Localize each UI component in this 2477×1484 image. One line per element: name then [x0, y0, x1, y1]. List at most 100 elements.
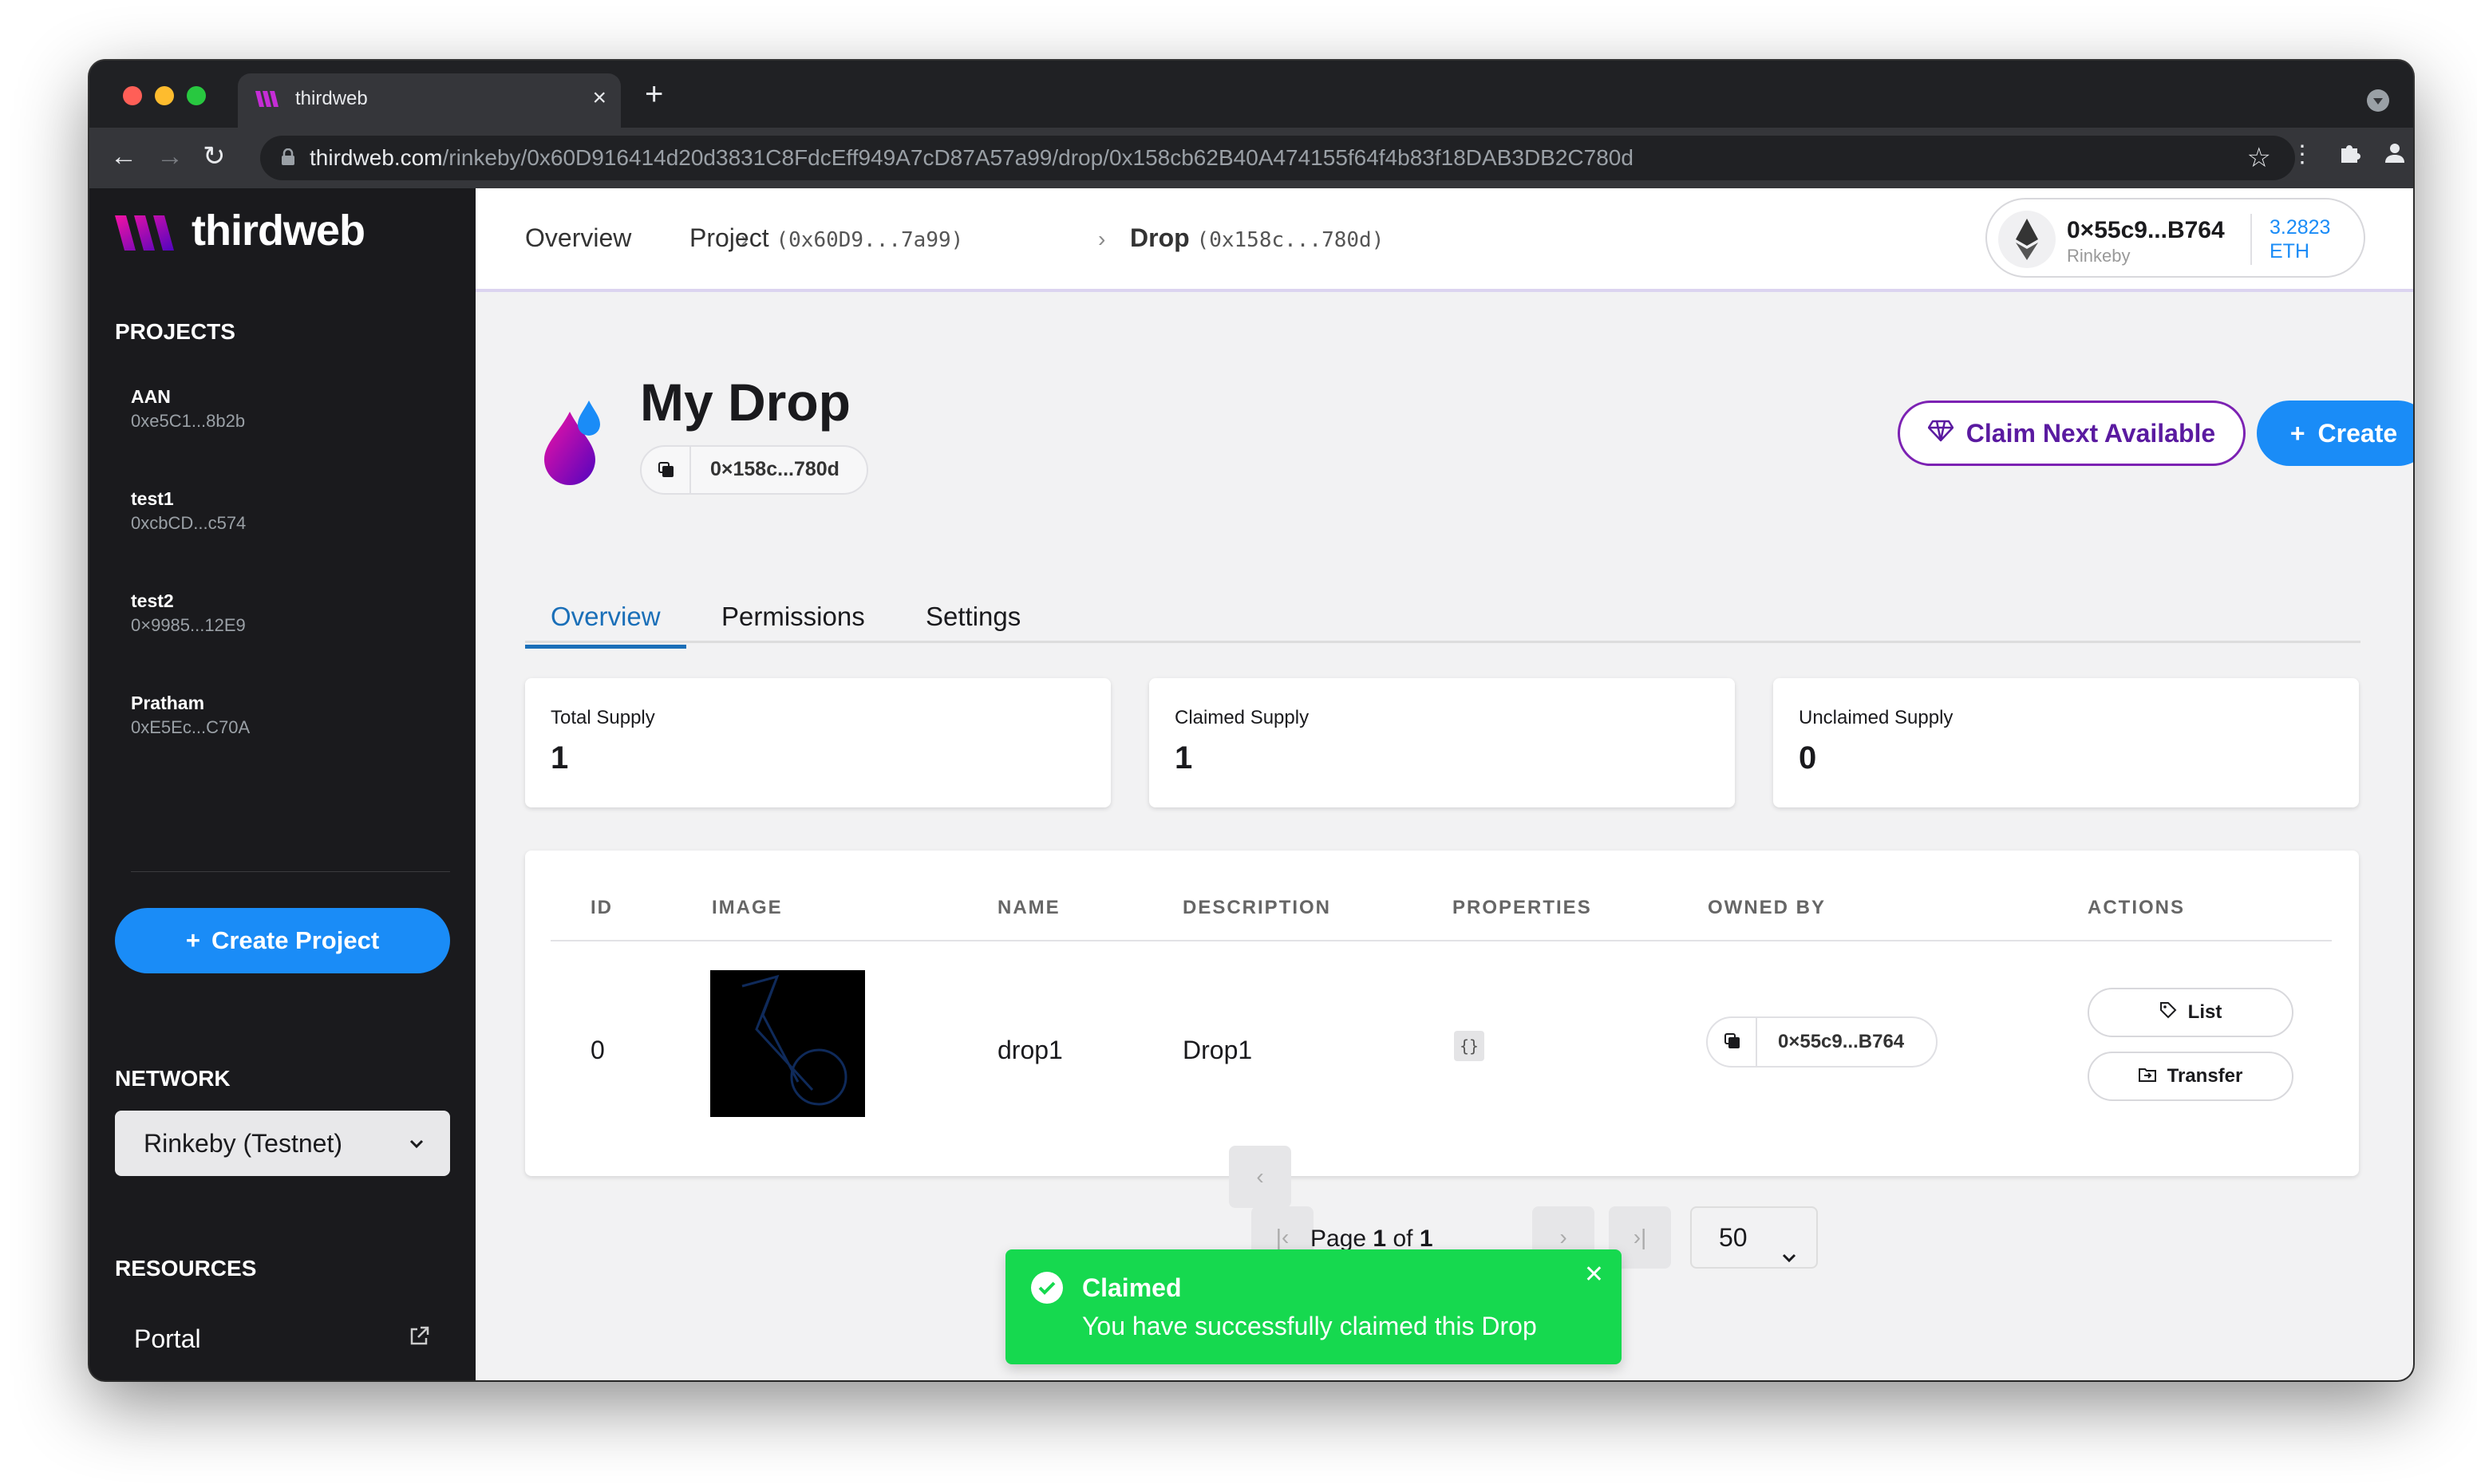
breadcrumb-project-label: Project — [689, 223, 769, 252]
table-header-divider — [551, 940, 2332, 941]
stat-card-total-supply: Total Supply 1 — [525, 678, 1111, 807]
breadcrumb-project[interactable]: Project (0x60D9...7a99) — [689, 223, 963, 253]
tab-close-icon[interactable]: × — [592, 85, 606, 112]
create-button[interactable]: + Create — [2257, 401, 2413, 466]
owner-address-chip[interactable]: 0×55c9...B764 — [1706, 1016, 1938, 1068]
claim-label: Claim Next Available — [1965, 418, 2216, 448]
project-item-test1[interactable]: test1 0xcbCD...c574 — [131, 488, 246, 534]
tag-icon — [2159, 1001, 2177, 1024]
project-item-pratham[interactable]: Pratham 0xE5Ec...C70A — [131, 693, 250, 738]
close-window-button[interactable] — [123, 86, 142, 105]
stat-value: 1 — [551, 740, 569, 776]
stat-label: Unclaimed Supply — [1799, 707, 1954, 728]
check-circle-icon — [1031, 1272, 1063, 1304]
breadcrumb-drop[interactable]: Drop (0x158c...780d) — [1130, 223, 1384, 253]
wallet-address: 0×55c9...B764 — [2067, 217, 2225, 243]
page-size-select[interactable]: 50 — [1690, 1206, 1818, 1269]
resources-heading: RESOURCES — [115, 1256, 257, 1281]
project-address: 0xe5C1...8b2b — [131, 411, 246, 431]
breadcrumb-overview[interactable]: Overview — [525, 223, 631, 253]
minimize-window-button[interactable] — [155, 86, 174, 105]
extensions-icon[interactable] — [2338, 140, 2362, 171]
project-address: 0xE5Ec...C70A — [131, 717, 251, 737]
tab-overview[interactable]: Overview — [525, 602, 686, 649]
list-button[interactable]: List — [2088, 988, 2293, 1037]
stat-value: 1 — [1175, 740, 1193, 776]
column-header-id: ID — [591, 897, 613, 918]
brand-name[interactable]: thirdweb — [192, 206, 365, 255]
stat-label: Claimed Supply — [1175, 707, 1310, 728]
owner-address: 0×55c9...B764 — [1778, 1031, 1905, 1052]
new-tab-icon[interactable]: + — [645, 77, 663, 112]
column-header-image: IMAGE — [712, 897, 783, 918]
list-label: List — [2187, 1001, 2222, 1023]
main-content: Overview › Project (0x60D9...7a99) › Dro… — [476, 188, 2413, 1380]
transfer-button[interactable]: Transfer — [2088, 1052, 2293, 1101]
cell-name: drop1 — [998, 1036, 1063, 1064]
properties-icon[interactable]: {} — [1454, 1031, 1484, 1061]
network-value: Rinkeby (Testnet) — [144, 1128, 342, 1158]
chevron-down-icon — [407, 1130, 426, 1159]
transfer-label: Transfer — [2167, 1065, 2243, 1087]
toast-title: Claimed — [1082, 1273, 1182, 1302]
resource-portal-link[interactable]: Portal — [134, 1324, 431, 1354]
forward-icon[interactable]: → — [156, 140, 184, 172]
previous-page-icon[interactable]: ‹ — [1229, 1146, 1291, 1208]
current-page: 1 — [1373, 1225, 1387, 1252]
wallet-network: Rinkeby — [2067, 246, 2131, 266]
project-name: AAN — [131, 386, 171, 407]
page-prefix: Page — [1310, 1225, 1367, 1252]
breadcrumb-project-address: (0x60D9...7a99) — [776, 228, 964, 252]
wallet-button[interactable]: 0×55c9...B764 Rinkeby 3.2823 ETH — [1985, 198, 2365, 278]
drop-address-chip[interactable]: 0×158c...780d — [640, 445, 868, 495]
address-bar[interactable]: thirdweb.com/rinkeby/0x60D916414d20d3831… — [260, 136, 2295, 180]
nft-image — [710, 970, 865, 1117]
browser-tab[interactable]: thirdweb × — [238, 73, 621, 128]
tab-search-icon[interactable] — [2367, 89, 2389, 112]
reload-icon[interactable]: ↻ — [203, 140, 226, 172]
project-item-aan[interactable]: AAN 0xe5C1...8b2b — [131, 386, 245, 432]
lock-icon — [281, 148, 295, 166]
column-header-name: NAME — [998, 897, 1061, 918]
profile-icon[interactable] — [2383, 140, 2407, 171]
breadcrumb-drop-label: Drop — [1130, 223, 1190, 252]
copy-icon[interactable] — [1708, 1018, 1757, 1066]
stat-value: 0 — [1799, 740, 1817, 776]
wallet-balance: 3.2823 ETH — [2270, 215, 2330, 263]
page-of: of — [1393, 1225, 1413, 1252]
transfer-icon — [2138, 1065, 2156, 1087]
column-header-properties: PROPERTIES — [1452, 897, 1592, 918]
browser-titlebar: thirdweb × + — [89, 61, 2413, 128]
network-select[interactable]: Rinkeby (Testnet) — [115, 1111, 450, 1176]
toast-close-icon[interactable]: ✕ — [1584, 1261, 1604, 1289]
cell-id: 0 — [591, 1036, 605, 1064]
thirdweb-logo-icon[interactable] — [115, 212, 182, 258]
project-name: test1 — [131, 488, 174, 509]
wallet-balance-value: 3.2823 — [2270, 216, 2331, 239]
create-label: Create — [2317, 418, 2398, 448]
maximize-window-button[interactable] — [187, 86, 206, 105]
copy-icon[interactable] — [642, 447, 691, 493]
sidebar-divider — [131, 871, 450, 872]
create-project-label: Create Project — [211, 926, 380, 954]
page-title: My Drop — [640, 373, 851, 432]
more-menu-icon[interactable]: ⋮ — [2290, 140, 2314, 168]
cell-description: Drop1 — [1183, 1036, 1253, 1064]
sidebar: thirdweb PROJECTS AAN 0xe5C1...8b2b test… — [89, 188, 476, 1380]
create-project-button[interactable]: + Create Project — [115, 908, 450, 973]
claim-next-available-button[interactable]: Claim Next Available — [1898, 401, 2246, 466]
tab-permissions[interactable]: Permissions — [696, 602, 891, 645]
back-icon[interactable]: ← — [110, 140, 137, 172]
total-pages: 1 — [1419, 1225, 1433, 1252]
project-item-test2[interactable]: test2 0×9985...12E9 — [131, 590, 246, 636]
column-header-description: DESCRIPTION — [1183, 897, 1332, 918]
resource-label: Portal — [134, 1324, 201, 1353]
column-header-owned-by: OWNED BY — [1708, 897, 1826, 918]
plus-icon: + — [2289, 418, 2305, 448]
bookmark-star-icon[interactable]: ☆ — [2247, 142, 2271, 174]
project-name: Pratham — [131, 693, 205, 713]
tab-settings[interactable]: Settings — [900, 602, 1046, 645]
projects-heading: PROJECTS — [115, 319, 235, 344]
stat-card-claimed-supply: Claimed Supply 1 — [1149, 678, 1735, 807]
breadcrumb-separator-icon: › — [1098, 227, 1106, 251]
